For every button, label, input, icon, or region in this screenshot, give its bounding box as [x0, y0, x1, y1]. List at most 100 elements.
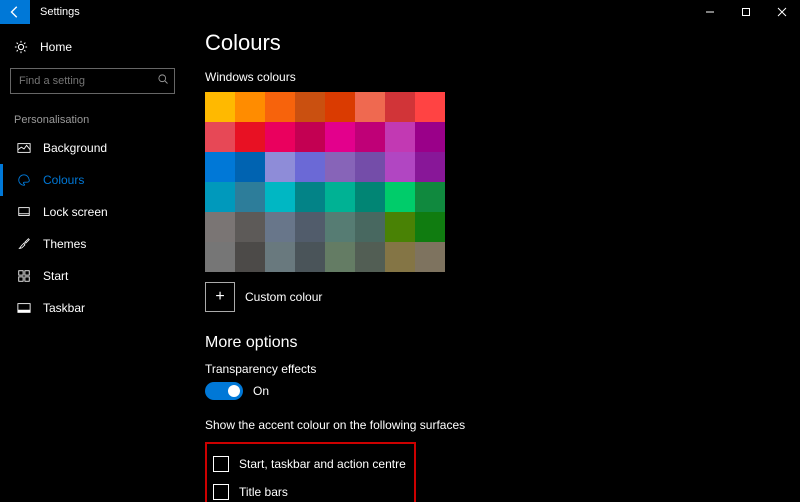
sidebar: Home Personalisation Background Colours … — [0, 24, 185, 502]
colour-swatch-grid — [205, 92, 445, 272]
start-icon — [17, 269, 31, 283]
sidebar-item-label: Taskbar — [43, 301, 85, 315]
transparency-label: Transparency effects — [205, 362, 780, 376]
colour-swatch[interactable] — [295, 92, 325, 122]
colour-swatch[interactable] — [325, 182, 355, 212]
colour-swatch[interactable] — [415, 152, 445, 182]
toggle-knob — [228, 385, 240, 397]
colour-swatch[interactable] — [235, 212, 265, 242]
transparency-toggle[interactable] — [205, 382, 243, 400]
sidebar-item-label: Themes — [43, 237, 86, 251]
checkbox-icon — [213, 456, 229, 472]
colour-swatch[interactable] — [295, 242, 325, 272]
picture-icon — [17, 141, 31, 155]
checkbox-label: Start, taskbar and action centre — [239, 457, 406, 471]
sidebar-item-start[interactable]: Start — [0, 260, 185, 292]
lockscreen-icon — [17, 205, 31, 219]
page-title: Colours — [205, 30, 780, 56]
colour-swatch[interactable] — [265, 92, 295, 122]
close-button[interactable] — [764, 0, 800, 24]
colour-swatch[interactable] — [265, 122, 295, 152]
colour-swatch[interactable] — [355, 182, 385, 212]
checkbox-start-taskbar[interactable]: Start, taskbar and action centre — [213, 450, 406, 478]
search-input[interactable] — [10, 68, 175, 94]
colour-swatch[interactable] — [415, 212, 445, 242]
colour-swatch[interactable] — [355, 212, 385, 242]
annotation-box: Start, taskbar and action centre Title b… — [205, 442, 416, 502]
colour-swatch[interactable] — [235, 152, 265, 182]
custom-colour-button[interactable]: + Custom colour — [205, 282, 780, 312]
sidebar-home[interactable]: Home — [0, 32, 185, 62]
plus-icon: + — [205, 282, 235, 312]
colour-swatch[interactable] — [235, 122, 265, 152]
colour-swatch[interactable] — [355, 122, 385, 152]
checkbox-label: Title bars — [239, 485, 288, 499]
arrow-left-icon — [8, 5, 22, 19]
colour-swatch[interactable] — [205, 242, 235, 272]
colour-swatch[interactable] — [325, 122, 355, 152]
colour-swatch[interactable] — [385, 92, 415, 122]
colour-swatch[interactable] — [295, 152, 325, 182]
accent-surfaces-label: Show the accent colour on the following … — [205, 418, 780, 432]
colour-swatch[interactable] — [385, 212, 415, 242]
colour-swatch[interactable] — [355, 242, 385, 272]
sidebar-home-label: Home — [40, 40, 72, 54]
maximize-button[interactable] — [728, 0, 764, 24]
sidebar-item-taskbar[interactable]: Taskbar — [0, 292, 185, 324]
more-options-heading: More options — [205, 334, 780, 352]
sidebar-group-label: Personalisation — [0, 100, 185, 132]
minimize-icon — [705, 7, 715, 17]
colour-swatch[interactable] — [355, 92, 385, 122]
colour-swatch[interactable] — [385, 152, 415, 182]
brush-icon — [17, 237, 31, 251]
colour-swatch[interactable] — [205, 212, 235, 242]
sidebar-item-label: Start — [43, 269, 68, 283]
minimize-button[interactable] — [692, 0, 728, 24]
palette-icon — [17, 173, 31, 187]
taskbar-icon — [17, 301, 31, 315]
sidebar-item-themes[interactable]: Themes — [0, 228, 185, 260]
colour-swatch[interactable] — [235, 242, 265, 272]
colour-swatch[interactable] — [205, 152, 235, 182]
custom-colour-label: Custom colour — [245, 290, 322, 304]
colour-swatch[interactable] — [295, 212, 325, 242]
windows-colours-label: Windows colours — [205, 70, 780, 84]
back-button[interactable] — [0, 0, 30, 24]
colour-swatch[interactable] — [235, 92, 265, 122]
maximize-icon — [741, 7, 751, 17]
colour-swatch[interactable] — [265, 212, 295, 242]
colour-swatch[interactable] — [295, 122, 325, 152]
colour-swatch[interactable] — [385, 122, 415, 152]
colour-swatch[interactable] — [415, 242, 445, 272]
sidebar-item-label: Lock screen — [43, 205, 108, 219]
checkbox-title-bars[interactable]: Title bars — [213, 478, 406, 502]
sidebar-item-label: Colours — [43, 173, 84, 187]
sidebar-item-lock-screen[interactable]: Lock screen — [0, 196, 185, 228]
window-title: Settings — [30, 6, 692, 18]
colour-swatch[interactable] — [415, 122, 445, 152]
gear-icon — [14, 40, 28, 54]
colour-swatch[interactable] — [265, 242, 295, 272]
search-icon — [157, 72, 169, 90]
colour-swatch[interactable] — [265, 182, 295, 212]
transparency-state: On — [253, 384, 269, 398]
colour-swatch[interactable] — [355, 152, 385, 182]
colour-swatch[interactable] — [325, 152, 355, 182]
colour-swatch[interactable] — [385, 182, 415, 212]
colour-swatch[interactable] — [325, 212, 355, 242]
colour-swatch[interactable] — [235, 182, 265, 212]
colour-swatch[interactable] — [325, 92, 355, 122]
sidebar-item-background[interactable]: Background — [0, 132, 185, 164]
colour-swatch[interactable] — [415, 92, 445, 122]
colour-swatch[interactable] — [265, 152, 295, 182]
colour-swatch[interactable] — [325, 242, 355, 272]
colour-swatch[interactable] — [205, 122, 235, 152]
sidebar-item-colours[interactable]: Colours — [0, 164, 185, 196]
colour-swatch[interactable] — [385, 242, 415, 272]
colour-swatch[interactable] — [415, 182, 445, 212]
colour-swatch[interactable] — [205, 182, 235, 212]
window-controls — [692, 0, 800, 24]
sidebar-item-label: Background — [43, 141, 107, 155]
colour-swatch[interactable] — [295, 182, 325, 212]
colour-swatch[interactable] — [205, 92, 235, 122]
